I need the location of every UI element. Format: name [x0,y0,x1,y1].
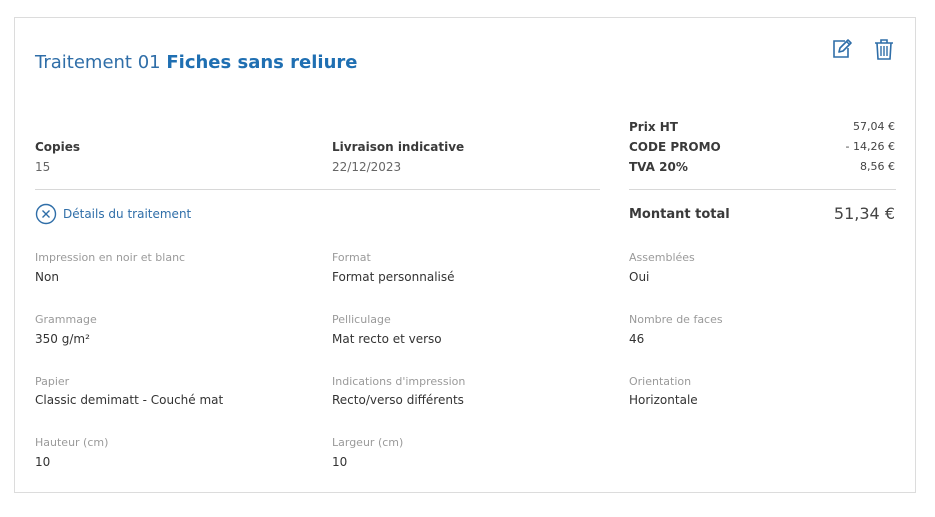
copies-value: 15 [35,160,51,174]
total-value: 51,34 € [833,204,895,223]
field-value: 350 g/m² [35,332,90,346]
field-value: 10 [35,455,51,469]
field-label: Largeur (cm) [332,436,404,449]
field-label: Format [332,251,371,264]
field-value: Oui [629,270,650,284]
field-value: Horizontale [629,393,698,407]
field-label: Grammage [35,313,97,326]
close-circle-icon [35,203,57,225]
trash-icon [875,39,893,60]
tva-label: TVA 20% [629,160,688,174]
edit-icon [833,39,852,58]
field-value: Classic demimatt - Couché mat [35,393,224,407]
tva-value: 8,56 € [860,160,895,173]
delete-button[interactable] [873,38,895,64]
total-label: Montant total [629,207,730,222]
field-value: Format personnalisé [332,270,455,284]
details-toggle-label: Détails du traitement [63,207,192,221]
price-ht-label: Prix HT [629,120,678,134]
promo-code-value: - 14,26 € [845,140,895,153]
field-label: Pelliculage [332,313,391,326]
field-label: Impression en noir et blanc [35,251,186,264]
field-label: Assemblées [629,251,695,264]
copies-label: Copies [35,140,81,154]
page-title: Traitement 01 Fiches sans reliure [35,52,357,73]
field-value: 10 [332,455,348,469]
field-label: Nombre de faces [629,313,723,326]
field-value: Recto/verso différents [332,393,464,407]
field-value: Mat recto et verso [332,332,442,346]
field-label: Orientation [629,375,692,388]
promo-code-label: CODE PROMO [629,140,721,154]
title-prefix: Traitement 01 [35,52,161,73]
delivery-value: 22/12/2023 [332,160,402,174]
field-value: Non [35,270,59,284]
field-label: Indications d'impression [332,375,466,388]
treatment-card: Traitement 01 Fiches sans reliure Copies… [14,17,916,493]
delivery-label: Livraison indicative [332,140,465,154]
field-label: Hauteur (cm) [35,436,109,449]
field-value: 46 [629,332,645,346]
pricing-divider [629,189,896,190]
details-toggle[interactable]: Détails du traitement [35,203,191,225]
field-label: Papier [35,375,70,388]
summary-divider [35,189,600,190]
title-main: Fiches sans reliure [166,52,358,73]
price-ht-value: 57,04 € [853,120,895,133]
edit-button[interactable] [831,38,853,64]
